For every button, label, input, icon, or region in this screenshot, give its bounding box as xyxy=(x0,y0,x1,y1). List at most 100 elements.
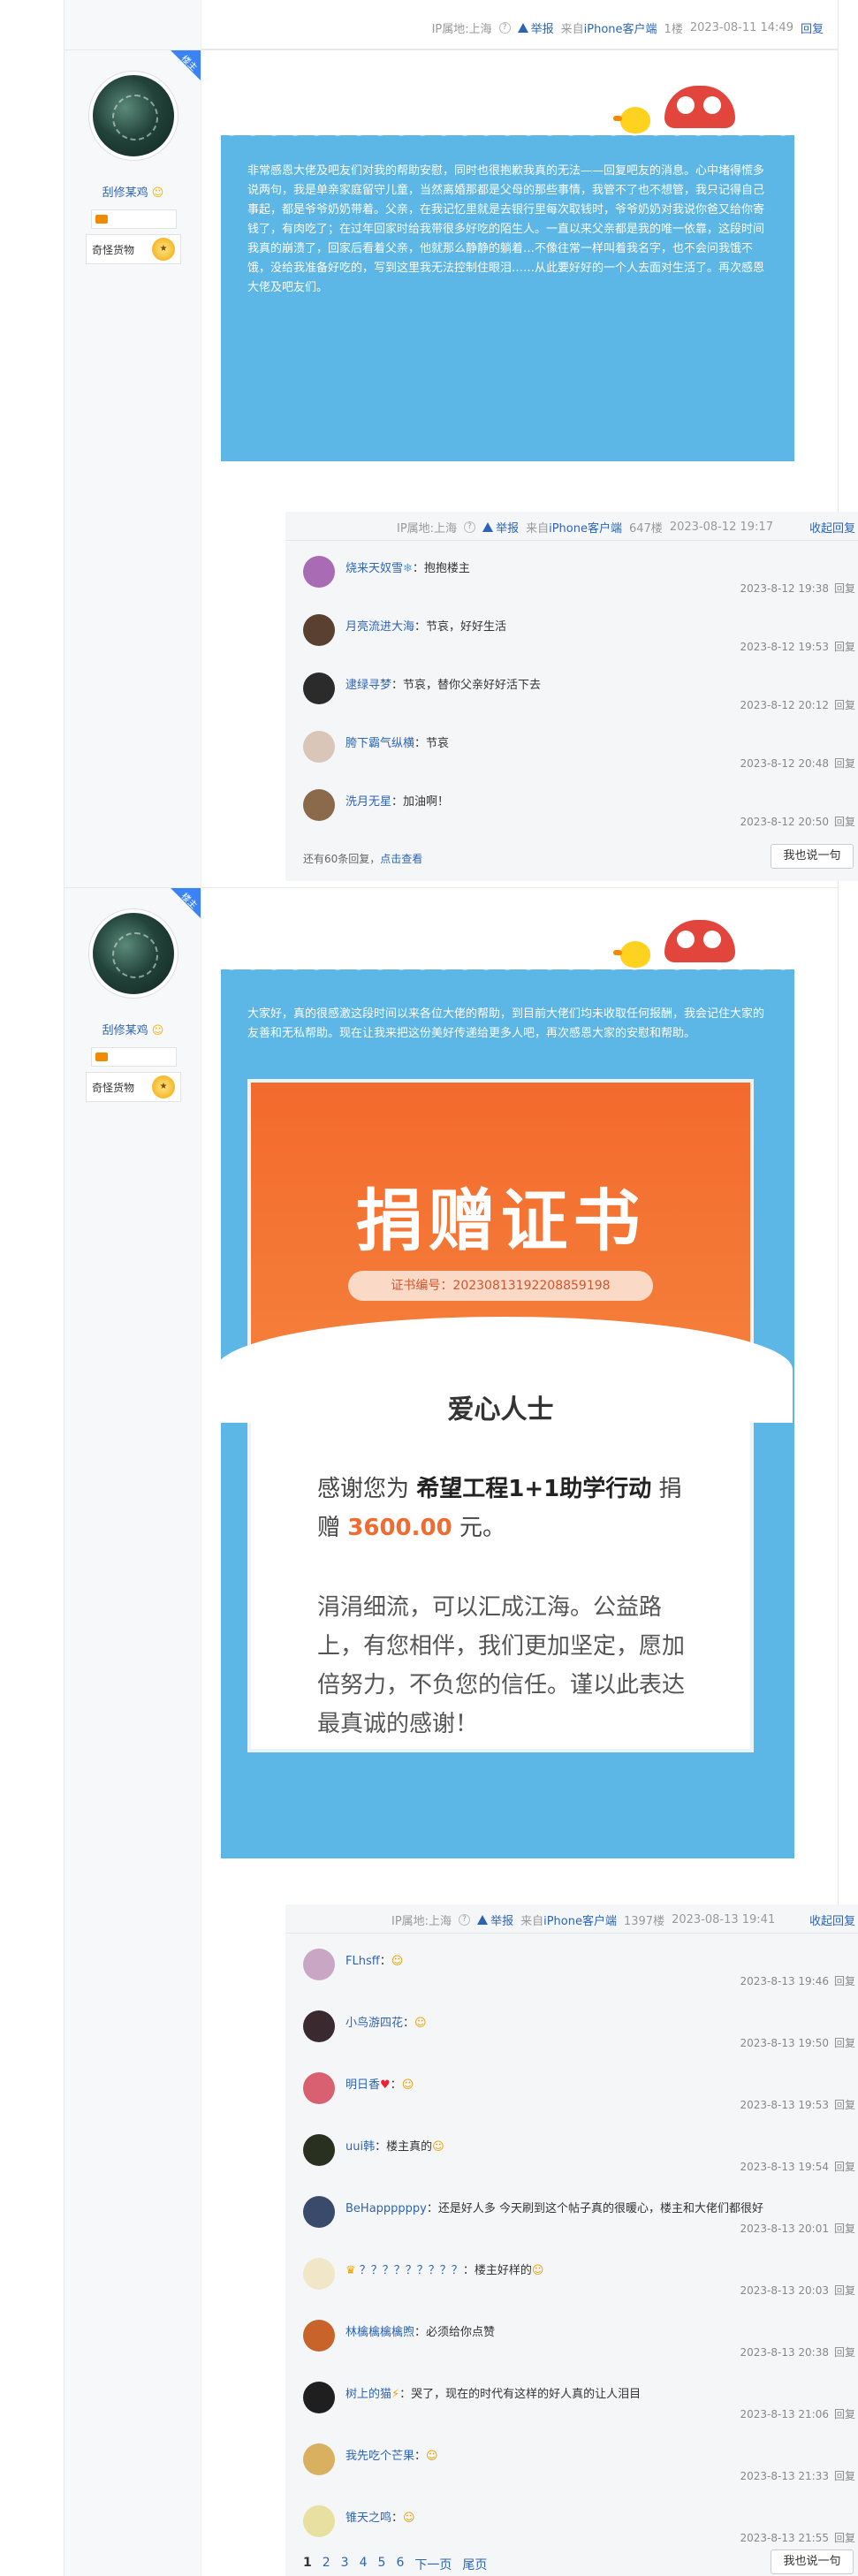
page-3[interactable]: 3 xyxy=(341,2556,349,2573)
avatar[interactable] xyxy=(303,614,335,646)
comment-time: 2023-8-13 21:55 xyxy=(740,2532,829,2544)
avatar[interactable] xyxy=(303,2505,335,2537)
cherry-icon: ♥ xyxy=(380,2078,391,2092)
reply-link[interactable]: 回复 xyxy=(834,2408,855,2420)
avatar[interactable] xyxy=(303,1949,335,1980)
commenter-name[interactable]: 洗月无星 xyxy=(345,795,391,809)
avatar[interactable] xyxy=(303,556,335,588)
emoji-icon: ☺ xyxy=(391,1955,404,1968)
commenter-name[interactable]: 胯下霸气纵横 xyxy=(345,737,414,750)
commenter-name[interactable]: 月亮流进大海 xyxy=(345,620,414,634)
comment-time: 2023-8-13 20:03 xyxy=(740,2284,829,2297)
member-badge[interactable]: 奇怪货物 ★ xyxy=(86,234,181,264)
reply-link[interactable]: 回复 xyxy=(834,699,855,711)
avatar[interactable] xyxy=(303,2010,335,2042)
duck-icon xyxy=(613,107,650,133)
octopus-icon xyxy=(664,920,735,962)
comment-item: 我先吃个芒果：☺ 2023-8-13 21:33 回复 xyxy=(303,2442,855,2495)
level-icon xyxy=(95,215,108,224)
reply-link[interactable]: 回复 xyxy=(834,2346,855,2359)
donation-amount: 3600.00 xyxy=(347,1515,452,1541)
commenter-name[interactable]: 林檎檎檎檎煦 xyxy=(345,2326,414,2339)
commenter-name[interactable]: ？？？？？？？？？ xyxy=(360,2264,463,2277)
add-comment-button[interactable]: 我也说一句 xyxy=(771,844,854,869)
author-name[interactable]: 刮修某鸡 ☺ xyxy=(65,1021,201,1037)
member-badge[interactable]: 奇怪货物 ★ xyxy=(86,1072,181,1102)
warning-icon xyxy=(477,1915,489,1925)
source-client: iPhone客户端 xyxy=(549,522,622,536)
comment-time: 2023-8-13 19:46 xyxy=(740,1975,829,1987)
comment-item: 树上的猫⚡：哭了，现在的时代有这样的好人真的让人泪目 2023-8-13 21:0… xyxy=(303,2380,855,2433)
level-badge[interactable] xyxy=(91,1047,177,1067)
reply-link[interactable]: 回复 xyxy=(834,757,855,770)
reply-link[interactable]: 回复 xyxy=(801,19,824,36)
commenter-name[interactable]: 锥天之鸣 xyxy=(345,2511,391,2525)
avatar[interactable] xyxy=(303,2382,335,2413)
reply-link[interactable]: 回复 xyxy=(834,641,855,653)
reply-link[interactable]: 回复 xyxy=(834,2532,855,2544)
reply-link[interactable]: 回复 xyxy=(834,582,855,595)
reply-link[interactable]: 回复 xyxy=(834,816,855,828)
comment-text: ：节哀，替你父亲好好活下去 xyxy=(391,679,542,692)
comment-text: ： xyxy=(391,2511,404,2525)
avatar[interactable] xyxy=(303,731,335,763)
author-name[interactable]: 刮修某鸡 ☺ xyxy=(65,183,201,200)
comment-item: 洗月无星：加油啊！ 2023-8-12 20:50 回复 xyxy=(303,787,855,840)
certificate-thanks: 感谢您为 希望工程1+1助学行动 捐赠 3600.00 元。 xyxy=(317,1476,682,1541)
avatar[interactable] xyxy=(303,789,335,821)
report-link[interactable]: 举报 xyxy=(517,19,554,36)
reply-link[interactable]: 回复 xyxy=(834,1975,855,1987)
page-2[interactable]: 2 xyxy=(323,2556,330,2573)
avatar[interactable] xyxy=(303,2196,335,2228)
post-body-text: 大家好，真的很感激这段时间以来各位大佬的帮助，到目前大佬们均未收取任何报酬，我会… xyxy=(247,1007,765,1040)
last-page-link[interactable]: 尾页 xyxy=(462,2556,487,2573)
avatar[interactable] xyxy=(303,672,335,704)
post-content-card: 大家好，真的很感激这段时间以来各位大佬的帮助，到目前大佬们均未收取任何报酬，我会… xyxy=(216,920,794,1858)
comment-item: 明日香♥：☺ 2023-8-13 19:53 回复 xyxy=(303,2071,855,2124)
commenter-name[interactable]: BeHappppppy xyxy=(345,2202,427,2215)
avatar[interactable] xyxy=(303,2258,335,2290)
page-4[interactable]: 4 xyxy=(360,2556,368,2573)
help-icon[interactable]: ? xyxy=(464,521,476,533)
reply-link[interactable]: 回复 xyxy=(834,2099,855,2111)
crown-icon: ♛ xyxy=(345,2264,356,2277)
reply-link[interactable]: 回复 xyxy=(834,2037,855,2049)
comment-time: 2023-8-13 21:33 xyxy=(740,2470,829,2482)
avatar[interactable] xyxy=(303,2072,335,2104)
reply-link[interactable]: 回复 xyxy=(834,2161,855,2173)
commenter-name[interactable]: uui韩 xyxy=(345,2140,375,2154)
commenter-name[interactable]: 我先吃个芒果 xyxy=(345,2450,414,2463)
post-body-text: 非常感恩大佬及吧友们对我的帮助安慰，同时也很抱歉我真的无法——回复吧友的消息。心… xyxy=(247,164,765,294)
commenter-name[interactable]: 明日香 xyxy=(345,2078,380,2092)
page-5[interactable]: 5 xyxy=(378,2556,386,2573)
commenter-name[interactable]: 小鸟游四花 xyxy=(345,2017,403,2030)
comment-time: 2023-8-13 19:50 xyxy=(740,2037,829,2049)
collapse-replies-link[interactable]: 收起回复 xyxy=(809,519,855,536)
collapse-replies-link[interactable]: 收起回复 xyxy=(809,1911,855,1928)
reply-link[interactable]: 回复 xyxy=(834,2223,855,2235)
commenter-name[interactable]: 烧来天奴雪 xyxy=(345,562,403,575)
add-comment-button[interactable]: 我也说一句 xyxy=(771,2549,854,2574)
donation-certificate-image[interactable]: 捐赠证书 证书编号：20230813192208859198 爱心人士 感谢您为… xyxy=(216,1079,793,1752)
avatar[interactable] xyxy=(303,2443,335,2475)
avatar[interactable] xyxy=(303,2320,335,2352)
page-6[interactable]: 6 xyxy=(396,2556,404,2573)
help-icon[interactable]: ? xyxy=(459,1914,471,1926)
reply-link[interactable]: 回复 xyxy=(834,2284,855,2297)
source-client: iPhone客户端 xyxy=(583,23,657,36)
report-link[interactable]: 举报 xyxy=(477,1911,513,1928)
view-more-link[interactable]: 点击查看 xyxy=(380,853,422,865)
level-badge[interactable] xyxy=(91,209,177,229)
floor-number: 1楼 xyxy=(664,23,683,36)
commenter-name[interactable]: 逮绿寻梦 xyxy=(345,679,391,692)
help-icon[interactable]: ? xyxy=(498,22,511,34)
avatar[interactable] xyxy=(303,2134,335,2166)
comment-time: 2023-8-12 19:53 xyxy=(740,641,829,653)
report-link[interactable]: 举报 xyxy=(482,519,519,536)
next-page-link[interactable]: 下一页 xyxy=(414,2556,452,2573)
commenter-name[interactable]: 树上的猫 xyxy=(345,2388,391,2401)
comment-item: uui韩：楼主真的☺ 2023-8-13 19:54 回复 xyxy=(303,2132,855,2185)
commenter-name[interactable]: FLhsff xyxy=(345,1955,380,1968)
reply-link[interactable]: 回复 xyxy=(834,2470,855,2482)
emoji-icon: ❄ xyxy=(403,562,413,575)
